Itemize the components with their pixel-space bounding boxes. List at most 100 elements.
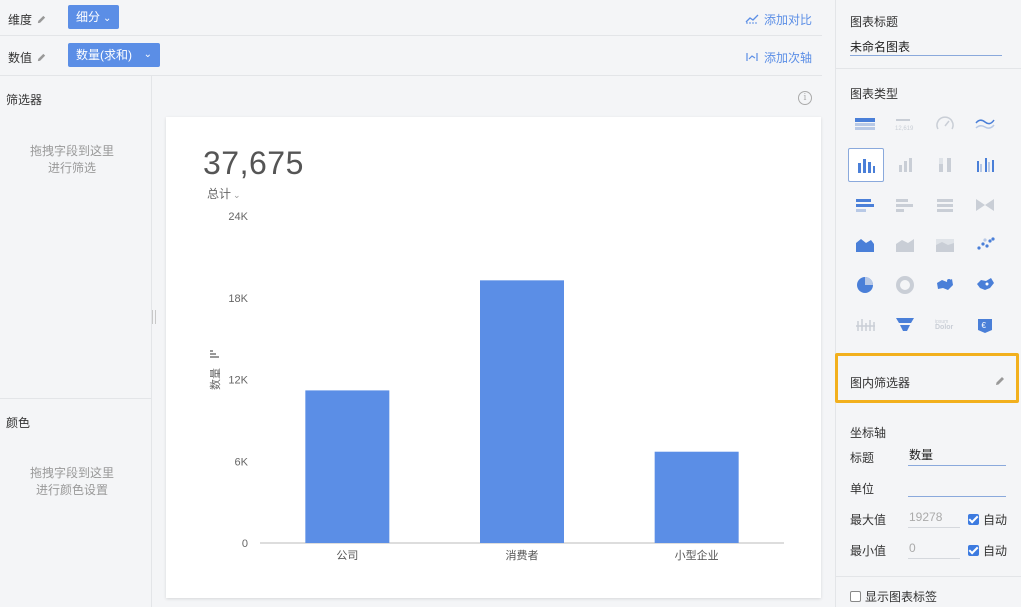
dimension-pill[interactable]: 细分 ⌄ (68, 5, 126, 29)
percent-bar-icon (939, 158, 951, 172)
panel-resize-handle[interactable] (152, 310, 156, 324)
stacked-bar-icon (899, 158, 912, 172)
color-title: 颜色 (6, 416, 31, 430)
chart-type-option[interactable] (928, 108, 964, 142)
right-panel: 图表标题 未命名图表 图表类型 12,619 ipsum Dolor € 坐标轴 标题… (835, 0, 1021, 607)
pencil-icon[interactable] (994, 375, 1006, 387)
dimension-pill-text: 细分 (76, 10, 101, 24)
x-tick-label: 小型企业 (675, 548, 719, 562)
chart-type-option[interactable] (928, 188, 964, 222)
add-secondary-axis-text: 添加次轴 (763, 51, 812, 65)
axis-min-auto-checkbox[interactable]: 自动 (968, 542, 1007, 559)
chart-type-option[interactable]: ipsum Dolor (928, 308, 964, 342)
dimension-label: 维度 (8, 11, 47, 28)
chart-type-option[interactable] (928, 268, 964, 302)
add-comparison-button[interactable]: 添加对比 (745, 11, 812, 28)
chart-type-option[interactable] (848, 148, 884, 182)
checkbox-checked-icon (968, 545, 979, 556)
chart-type-option[interactable] (968, 188, 1004, 222)
dimension-label-text: 维度 (8, 13, 33, 27)
color-hint-line1: 拖拽字段到这里 (29, 466, 114, 480)
map-pin-icon: € (978, 319, 992, 333)
chart-type-option[interactable] (848, 188, 884, 222)
chart-title-input[interactable]: 未命名图表 (850, 38, 1002, 56)
value-pill[interactable]: 数量(求和) ⌄ (68, 43, 166, 67)
left-panel: 筛选器 拖拽字段到这里 进行筛选 颜色 拖拽字段到这里 进行颜色设置 (0, 76, 152, 607)
show-chart-labels-text: 显示图表标签 (865, 590, 938, 604)
comb-icon (856, 319, 875, 331)
chart-type-option[interactable] (928, 148, 964, 182)
horizontal-bar-icon (856, 199, 874, 212)
chart-type-option[interactable] (848, 308, 884, 342)
show-chart-labels-checkbox[interactable]: 显示图表标签 (850, 588, 937, 605)
chart-type-option[interactable] (888, 308, 924, 342)
axis-min-label: 最小值 (850, 544, 887, 558)
axis-title-input[interactable]: 数量 (908, 446, 1006, 466)
chart-type-option[interactable]: € (968, 308, 1004, 342)
axis-min-input[interactable]: 0 (908, 539, 960, 559)
axis-unit-input[interactable] (908, 477, 1006, 497)
grouped-bar-icon (977, 158, 994, 172)
axis-title-label: 标题 (850, 451, 875, 465)
add-secondary-axis-button[interactable]: 添加次轴 (745, 49, 812, 66)
percent-horizontal-bar-icon (937, 199, 953, 212)
chart-type-option[interactable] (888, 228, 924, 262)
stacked-area-icon (896, 239, 914, 252)
color-drop-zone[interactable]: 拖拽字段到这里 进行颜色设置 (0, 465, 144, 499)
line-wave-icon (975, 119, 995, 129)
chart-type-option[interactable] (968, 108, 1004, 142)
bar-chart-icon (858, 159, 875, 173)
value-pill-text: 数量(求和) (76, 48, 132, 62)
filter-hint-line2: 进行筛选 (47, 161, 96, 175)
axis-max-input[interactable]: 19278 (908, 508, 960, 528)
chart-type-option[interactable] (888, 148, 924, 182)
stacked-horizontal-bar-icon (896, 199, 913, 212)
bowtie-icon (976, 199, 994, 211)
dimension-shelf: 维度 细分 ⌄ 添加对比 (0, 0, 822, 36)
filter-drop-zone[interactable]: 拖拽字段到这里 进行筛选 (0, 143, 144, 177)
y-tick-label: 6K (235, 456, 249, 468)
svg-text:€: € (982, 321, 987, 330)
color-hint-line2: 进行颜色设置 (35, 483, 108, 497)
value-shelf: 数值 数量(求和) ⌄ 添加次轴 (0, 37, 822, 76)
chart-type-option[interactable] (848, 228, 884, 262)
area-chart-icon (856, 239, 874, 252)
pencil-icon[interactable] (36, 52, 47, 63)
in-chart-filter-row[interactable]: 图内筛选器 (835, 353, 1019, 403)
sort-icon[interactable] (210, 350, 219, 358)
y-tick-label: 24K (228, 211, 248, 223)
axis-max-auto-checkbox[interactable]: 自动 (968, 511, 1007, 528)
bar-chart: 0 6K 12K 18K 24K 数量公司 消费者 小型企业 (209, 211, 784, 562)
y-axis-title: 数量 (209, 368, 222, 390)
percent-area-icon (936, 239, 954, 252)
chart-type-option[interactable] (848, 108, 884, 142)
chart-card: 37,675 总计 ⌄ 0 6K 12K 18K 24K 数量 公司 消费者 小型企业 (166, 117, 821, 598)
axis-max-label: 最大值 (850, 513, 887, 527)
chevron-down-icon: ⌄ (143, 49, 152, 60)
chart-type-option[interactable]: 12,619 (888, 108, 924, 142)
gauge-icon (936, 116, 954, 130)
axis-max-auto-text: 自动 (983, 513, 1008, 527)
chart-type-option[interactable] (928, 228, 964, 262)
svg-text:Dolor: Dolor (935, 324, 954, 331)
pie-chart-icon (857, 277, 873, 293)
bar (480, 280, 564, 543)
chart-type-option[interactable] (968, 268, 1004, 302)
info-icon[interactable]: i (798, 91, 812, 105)
chart-type-option[interactable] (968, 148, 1004, 182)
chart-type-option[interactable] (888, 268, 924, 302)
chart-type-option[interactable] (848, 268, 884, 302)
checkbox-unchecked-icon (850, 591, 861, 602)
table-icon (855, 118, 875, 130)
axis-unit-label: 单位 (850, 482, 875, 496)
filter-title: 筛选器 (6, 93, 43, 107)
add-comparison-text: 添加对比 (763, 13, 812, 27)
chart-type-option[interactable] (888, 188, 924, 222)
sort-icon-bar (210, 350, 213, 352)
sort-icon-bar (210, 353, 216, 355)
word-cloud-icon: ipsumDolor (935, 319, 954, 331)
shelf-area: 维度 细分 ⌄ 添加对比 数值 数量(求和) ⌄ 添加次轴 (0, 0, 835, 76)
china-map-icon (977, 278, 994, 290)
chart-type-option[interactable] (968, 228, 1004, 262)
pencil-icon[interactable] (36, 14, 47, 25)
